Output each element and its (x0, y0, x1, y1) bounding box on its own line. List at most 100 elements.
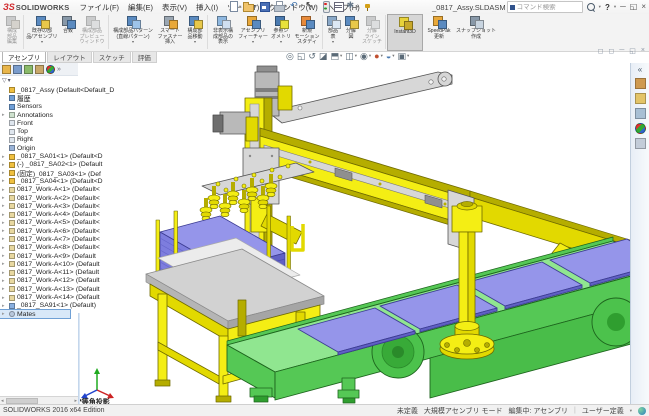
expand-arrow-icon[interactable]: ▸ (2, 203, 7, 209)
dropdown-icon[interactable]: ▾ (132, 40, 134, 44)
file-explorer-icon[interactable] (635, 93, 646, 104)
tab-inactive[interactable]: スケッチ (93, 52, 131, 63)
dimxpertmanager-tab[interactable] (35, 65, 44, 74)
menu-item[interactable]: ファイル(F) (79, 2, 119, 13)
expand-arrow-icon[interactable]: ▸ (2, 212, 7, 218)
expand-arrow-icon[interactable]: ▸ (2, 303, 7, 309)
dropdown-icon[interactable]: ▾ (407, 53, 409, 59)
status-globe-icon[interactable] (638, 407, 646, 415)
dropdown-icon[interactable]: ▾ (369, 53, 371, 59)
tree-horizontal-scrollbar[interactable]: ◂ ▸ (0, 396, 78, 404)
task-pane-collapse-icon[interactable]: « (638, 66, 642, 74)
help-button[interactable]: ? (605, 3, 610, 12)
help-dropdown-icon[interactable]: ▾ (614, 4, 616, 10)
snapshot-button[interactable]: スナップショット作成 (455, 14, 497, 51)
featuremanager-tree-tab[interactable] (2, 65, 11, 74)
dropdown-icon[interactable]: ▾ (270, 4, 272, 10)
tree-item[interactable]: ▸_0817_SA91<1> (Default) (0, 302, 114, 310)
command-search-box[interactable] (507, 1, 583, 13)
tree-item[interactable]: ▸0817_Work-A<12> (Default (0, 277, 114, 285)
appearances-scenes-icon[interactable] (635, 123, 646, 134)
rebuild-button[interactable] (320, 1, 331, 12)
minimize-doc-icon[interactable]: ─ (619, 47, 624, 55)
expand-arrow-icon[interactable]: ▸ (2, 270, 7, 276)
print-document-button[interactable]: ▾ (274, 1, 287, 12)
insert-components-button[interactable]: 既存の部品/アセンブリ▾ (25, 14, 59, 51)
expand-arrow-icon[interactable]: ▸ (2, 220, 7, 226)
display-style-icon[interactable]: ◫▾ (345, 51, 357, 61)
tree-item[interactable]: ▸0817_Work-A<9> (Default (0, 252, 114, 260)
tree-item[interactable]: ▸Annotations (0, 111, 114, 119)
tree-filter[interactable]: ▽ ▾ (0, 76, 165, 85)
file-properties-button[interactable] (333, 1, 344, 12)
expand-arrow-icon[interactable]: ▸ (2, 278, 7, 284)
tab-active[interactable]: アセンブリ (2, 52, 46, 63)
move-component-button[interactable]: 構成部品移動▾ (184, 14, 206, 51)
expand-arrow-icon[interactable]: ▸ (2, 178, 7, 184)
tree-item[interactable]: 履歴 (0, 94, 114, 102)
scroll-right-icon[interactable]: ▸ (74, 398, 77, 404)
expand-arrow-icon[interactable]: ▸ (2, 286, 7, 292)
tabs-overflow-icon[interactable]: » (57, 66, 61, 73)
tree-item[interactable]: ▸0817_Work-A<3> (Default< (0, 202, 114, 210)
assembly-features-button[interactable]: アセンブリフィーチャー▾ (237, 14, 269, 51)
expand-arrow-icon[interactable]: ▸ (2, 311, 7, 317)
mate-button[interactable]: 合致 (59, 14, 77, 51)
linear-component-pattern-button[interactable]: 構成部品パターン(直線パターン)▾ (110, 14, 156, 51)
displaymanager-tab[interactable] (46, 65, 55, 74)
expand-arrow-icon[interactable]: ▸ (2, 162, 7, 168)
restore-doc-icon[interactable]: ◱ (629, 47, 636, 55)
tree-item[interactable]: Top (0, 127, 114, 135)
expand-arrow-icon[interactable]: ▸ (2, 253, 7, 259)
tree-item[interactable]: ▸Mates (0, 310, 70, 318)
close-doc-icon[interactable]: × (641, 47, 645, 55)
options-button[interactable]: ▾ (346, 1, 359, 12)
tree-item[interactable]: ▸0817_Work-A<1> (Default< (0, 186, 114, 194)
bill-of-materials-button[interactable]: 部品表▾ (324, 14, 342, 51)
tree-item[interactable]: ▸(固定)_0817_SA03<1> (Def (0, 169, 114, 177)
tree-item[interactable]: ▸0817_Work-A<2> (Default< (0, 194, 114, 202)
expand-arrow-icon[interactable]: ▸ (2, 170, 7, 176)
tree-item[interactable]: ▸0817_Work-A<13> (Default (0, 285, 114, 293)
dropdown-icon[interactable]: ▾ (252, 40, 254, 44)
tree-item[interactable]: Front (0, 119, 114, 127)
new-motion-study-button[interactable]: 新規モーションスタディ (293, 14, 321, 51)
search-input[interactable] (517, 4, 573, 11)
select-button[interactable]: ▾ (304, 1, 317, 12)
tree-item[interactable]: ▸0817_Work-A<7> (Default< (0, 235, 114, 243)
menu-item[interactable]: 挿入(I) (196, 2, 218, 13)
configurationmanager-tab[interactable] (24, 65, 33, 74)
design-library-icon[interactable] (635, 78, 646, 89)
expand-arrow-icon[interactable]: ▸ (2, 236, 7, 242)
tree-item[interactable]: ▸0817_Work-A<8> (Default< (0, 244, 114, 252)
dropdown-icon[interactable]: ▾ (239, 4, 241, 10)
tab-inactive[interactable]: 評価 (132, 52, 157, 63)
dropdown-icon[interactable]: ▾ (280, 40, 282, 44)
previous-view-icon[interactable]: ↺ (308, 51, 316, 61)
status-item[interactable]: ユーザー定義 (582, 406, 624, 416)
edit-appearance-icon[interactable]: ●▾ (374, 51, 383, 61)
undo-button[interactable]: ▾ (289, 1, 302, 12)
dropdown-icon[interactable]: ▾ (254, 4, 256, 10)
tree-item[interactable]: Sensors (0, 103, 114, 111)
view-palette-icon[interactable] (635, 108, 646, 119)
units-dropdown-icon[interactable]: ▾ (630, 408, 632, 414)
dropdown-icon[interactable]: ▾ (357, 4, 359, 10)
minimize-button[interactable]: ─ (620, 2, 626, 12)
search-icon[interactable] (587, 3, 595, 11)
menu-item[interactable]: 表示(V) (162, 2, 187, 13)
tree-item[interactable]: ▸0817_Work-A<10> (Default (0, 260, 114, 268)
expand-arrow-icon[interactable]: ▸ (2, 195, 7, 201)
tree-item[interactable]: ▸0817_Work-A<4> (Default< (0, 210, 114, 218)
tree-item[interactable]: ▸_0817_SA01<1> (Default<D (0, 152, 114, 160)
tree-item[interactable]: ▸0817_Work-A<11> (Default (0, 269, 114, 277)
dropdown-icon[interactable]: ▾ (300, 4, 302, 10)
dropdown-icon[interactable]: ▾ (194, 40, 196, 44)
custom-properties-icon[interactable] (635, 138, 646, 149)
tree-item[interactable]: ▸0817_Work-A<6> (Default< (0, 227, 114, 235)
scrollbar-thumb[interactable] (6, 398, 38, 404)
expand-arrow-icon[interactable]: ▸ (2, 245, 7, 251)
tree-item[interactable]: Origin (0, 144, 114, 152)
expand-arrow-icon[interactable]: ▸ (2, 295, 7, 301)
scroll-left-icon[interactable]: ◂ (1, 398, 4, 404)
